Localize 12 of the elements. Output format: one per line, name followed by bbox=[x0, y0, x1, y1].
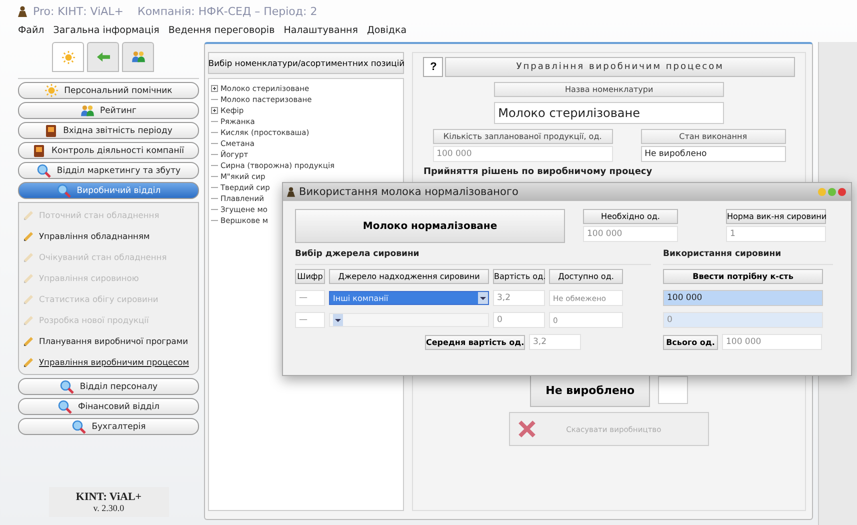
version-label: v. 2.30.0 bbox=[93, 503, 124, 513]
nomenclature-header: Вибір номенклатури/асортиментних позицій bbox=[208, 52, 404, 74]
company-period: Компанія: НФК-СЕД – Період: 2 bbox=[138, 4, 318, 18]
decision-title: Прийняття рішень по виробничому процесу bbox=[423, 167, 652, 177]
product-name: KINT: ViAL+ bbox=[76, 491, 142, 503]
status-label: Стан виконання bbox=[640, 129, 786, 144]
dialog-title: Використання молока нормалізованого bbox=[299, 186, 518, 198]
window-title: Pro: KIНТ: ViAL+ bbox=[33, 4, 124, 18]
source-section-title: Вибір джерела сировини bbox=[295, 249, 420, 259]
usage-section-title: Використання сировини bbox=[663, 249, 782, 259]
name-label: Назва номенклатури bbox=[494, 82, 724, 97]
quantity-label: Кількість запланованої продукції, од. bbox=[432, 129, 613, 144]
